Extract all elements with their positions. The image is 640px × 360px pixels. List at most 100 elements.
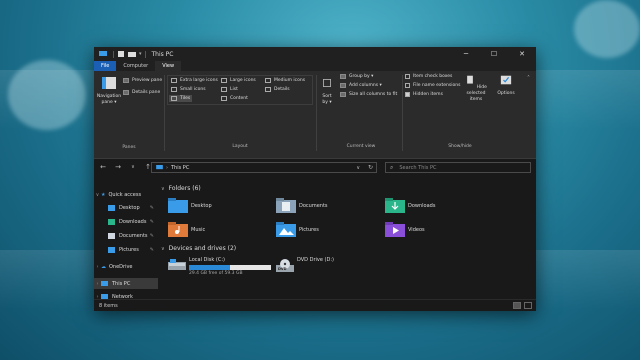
- star-icon: ★: [101, 191, 106, 198]
- back-button[interactable]: ←: [97, 161, 109, 173]
- wallpaper-splash: [574, 0, 640, 58]
- dvd-badge: DVD: [278, 267, 287, 271]
- sidebar-label: Downloads: [119, 218, 147, 225]
- tab-computer[interactable]: Computer: [116, 61, 155, 71]
- monitor-icon: [101, 280, 108, 286]
- layout-small-icons[interactable]: Small icons: [169, 86, 208, 93]
- add-columns-icon: [340, 83, 346, 88]
- layout-extra-large-icons[interactable]: Extra large icons: [169, 77, 220, 84]
- folder-music[interactable]: Music: [168, 222, 205, 237]
- file-name-extensions-toggle[interactable]: File name extensions: [405, 83, 460, 88]
- folder-videos[interactable]: Videos: [385, 222, 425, 237]
- group-by-icon: [340, 74, 346, 79]
- layout-content[interactable]: Content: [219, 95, 250, 102]
- folder-label: Downloads: [408, 202, 436, 209]
- recent-locations-button[interactable]: ∨: [127, 161, 139, 173]
- sidebar-item-onedrive[interactable]: › ☁ OneDrive: [94, 261, 158, 272]
- pin-icon: ✎: [149, 246, 154, 253]
- layout-label: Details: [274, 87, 290, 92]
- folder-label: Pictures: [299, 226, 319, 233]
- tab-file[interactable]: File: [94, 61, 117, 71]
- layout-gallery: Extra large icons Large icons Medium ico…: [167, 75, 313, 105]
- group-separator: [316, 75, 317, 151]
- item-check-boxes-toggle[interactable]: Item check boxes: [405, 74, 452, 79]
- maximize-button[interactable]: ☐: [480, 47, 508, 61]
- collapse-arrow-icon: ∨: [161, 185, 165, 192]
- layout-icon: [171, 87, 177, 92]
- folders-header[interactable]: ∨ Folders (6): [161, 185, 201, 192]
- hide-selected-label: Hide selected items: [466, 85, 487, 102]
- new-folder-icon[interactable]: [128, 51, 136, 57]
- breadcrumb-this-pc[interactable]: This PC: [171, 165, 189, 171]
- drive-label: DVD Drive (D:): [297, 257, 334, 263]
- ribbon: Navigation pane ▾ Preview pane Details p…: [94, 71, 536, 159]
- sidebar-label: Documents: [119, 232, 148, 239]
- size-columns-button[interactable]: Size all columns to fit: [340, 92, 397, 97]
- item-count: 8 items: [99, 302, 118, 309]
- add-columns-label: Add columns ▾: [349, 83, 382, 88]
- layout-tiles[interactable]: Tiles: [169, 95, 193, 102]
- search-icon: ⌕: [390, 163, 394, 171]
- sidebar-item-pictures[interactable]: Pictures ✎: [94, 244, 158, 255]
- navigation-pane-button[interactable]: Navigation pane ▾: [96, 77, 122, 106]
- hidden-items-toggle[interactable]: Hidden items: [405, 92, 443, 97]
- drive-label: Local Disk (C:): [189, 257, 225, 263]
- refresh-icon[interactable]: ↻: [368, 164, 373, 171]
- layout-label: Content: [230, 96, 248, 101]
- customize-toolbar-icon[interactable]: ▾: [139, 51, 142, 57]
- layout-details[interactable]: Details: [263, 86, 292, 93]
- expand-arrow-icon: ›: [96, 263, 99, 270]
- size-columns-icon: [340, 92, 346, 97]
- view-toggle: [510, 302, 532, 309]
- group-by-label: Group by ▾: [349, 74, 374, 79]
- preview-pane-button[interactable]: Preview pane: [123, 78, 162, 83]
- details-pane-button[interactable]: Details pane: [123, 90, 160, 95]
- group-separator: [402, 75, 403, 151]
- sidebar-label: OneDrive: [109, 263, 133, 270]
- options-button[interactable]: Options: [494, 74, 518, 97]
- drive-local-disk[interactable]: Local Disk (C:) 29.4 GB free of 59.3 GB: [168, 257, 271, 276]
- layout-label: Medium icons: [274, 78, 306, 83]
- checkbox-checked-icon: [405, 92, 410, 97]
- hard-drive-icon: [168, 259, 186, 270]
- folder-pictures[interactable]: Pictures: [276, 222, 319, 237]
- layout-medium-icons[interactable]: Medium icons: [263, 77, 307, 84]
- details-view-button[interactable]: [513, 302, 521, 309]
- devices-header[interactable]: ∨ Devices and drives (2): [161, 245, 236, 252]
- layout-label: Large icons: [230, 78, 256, 83]
- checkbox-icon: [405, 74, 410, 79]
- properties-icon[interactable]: [117, 51, 125, 57]
- address-dropdown-icon[interactable]: ∨: [356, 165, 360, 171]
- close-button[interactable]: ✕: [508, 47, 536, 61]
- search-box[interactable]: ⌕ Search This PC: [385, 162, 531, 173]
- sidebar-item-desktop[interactable]: Desktop ✎: [94, 202, 158, 213]
- hide-selected-button[interactable]: Hide selected items: [460, 74, 492, 103]
- layout-large-icons[interactable]: Large icons: [219, 77, 258, 84]
- layout-list[interactable]: List: [219, 86, 240, 93]
- layout-icon: [221, 87, 227, 92]
- folder-downloads[interactable]: Downloads: [385, 198, 435, 213]
- address-bar[interactable]: › This PC ∨ ↻: [151, 162, 377, 173]
- sidebar-item-documents[interactable]: Documents ✎: [94, 230, 158, 241]
- sidebar-item-downloads[interactable]: Downloads ✎: [94, 216, 158, 227]
- sidebar-item-quick-access[interactable]: ∨ ★ Quick access: [94, 189, 158, 200]
- group-by-button[interactable]: Group by ▾: [340, 74, 373, 79]
- collapse-ribbon-icon[interactable]: ˄: [527, 75, 530, 82]
- drive-free-space: 29.4 GB free of 59.3 GB: [189, 271, 243, 276]
- add-columns-button[interactable]: Add columns ▾: [340, 83, 382, 88]
- cloud-icon: ☁: [101, 263, 106, 270]
- forward-button[interactable]: →: [112, 161, 124, 173]
- documents-icon: [108, 232, 115, 239]
- folder-desktop[interactable]: Desktop: [168, 198, 212, 213]
- minimize-button[interactable]: ─: [452, 47, 480, 61]
- sort-by-button[interactable]: Sort by ▾: [319, 77, 335, 106]
- drive-dvd[interactable]: DVD Drive (D:) DVD: [276, 257, 334, 272]
- sidebar-label: Desktop: [119, 204, 140, 211]
- folder-documents[interactable]: Documents: [276, 198, 328, 213]
- layout-icon: [221, 96, 227, 101]
- title-separator: [113, 50, 114, 58]
- sidebar-item-this-pc[interactable]: › This PC: [94, 278, 158, 289]
- tab-view[interactable]: View: [155, 61, 182, 71]
- large-icons-view-button[interactable]: [524, 302, 532, 309]
- monitor-icon: [99, 51, 107, 56]
